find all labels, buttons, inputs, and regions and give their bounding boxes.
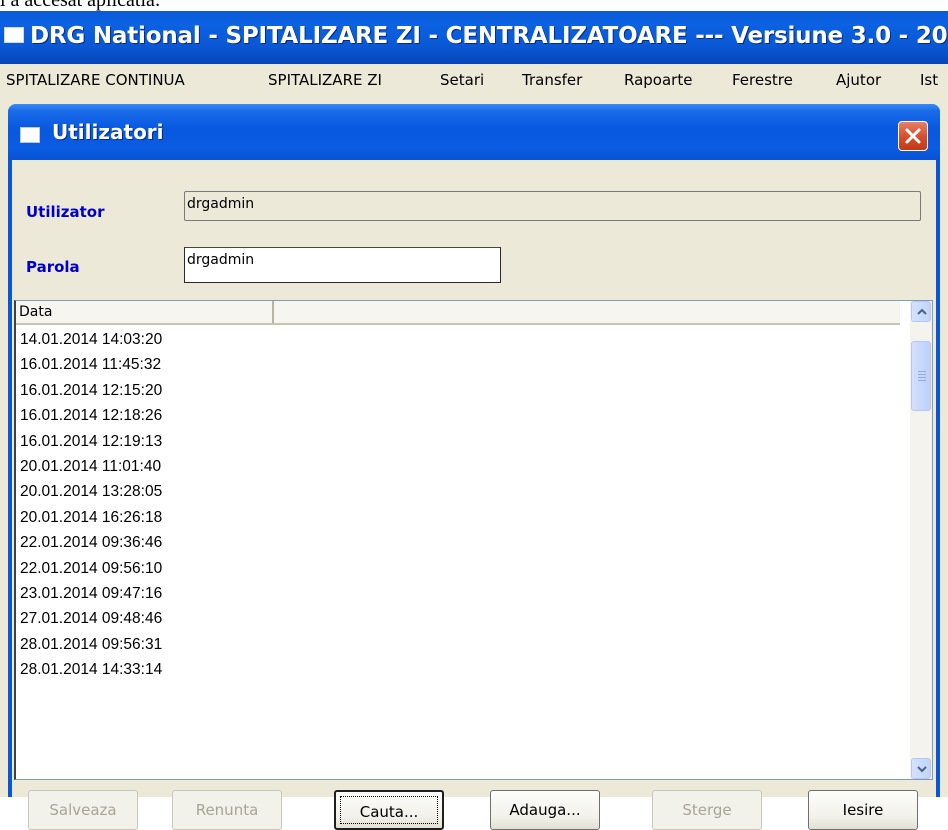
list-item[interactable]: 16.01.2014 12:15:20 xyxy=(20,378,162,403)
utilizator-label: Utilizator xyxy=(26,203,105,221)
list-item[interactable]: 16.01.2014 12:19:13 xyxy=(20,429,162,454)
dialog-titlebar[interactable]: Utilizatori xyxy=(8,104,940,160)
window-icon xyxy=(20,127,40,143)
list-item[interactable]: 20.01.2014 13:28:05 xyxy=(20,479,162,504)
vertical-scrollbar[interactable] xyxy=(910,301,932,779)
column-header-data[interactable]: Data xyxy=(16,301,274,323)
scroll-down-button[interactable] xyxy=(911,758,931,779)
list-item[interactable]: 16.01.2014 11:45:32 xyxy=(20,352,162,377)
document-text-fragment: i a accesat aplicatia: xyxy=(0,0,161,11)
chevron-down-icon xyxy=(917,766,927,773)
dialog-client: Utilizator drgadmin Parola drgadmin Data… xyxy=(12,160,936,830)
access-log-list[interactable]: Data 14.01.2014 14:03:20 16.01.2014 11:4… xyxy=(14,300,933,780)
list-item[interactable]: 23.01.2014 09:47:16 xyxy=(20,581,162,606)
list-item[interactable]: 14.01.2014 14:03:20 xyxy=(20,327,162,352)
scroll-thumb[interactable] xyxy=(911,341,931,411)
menu-ferestre[interactable]: Ferestre xyxy=(732,71,793,89)
list-item[interactable]: 16.01.2014 12:18:26 xyxy=(20,403,162,428)
parola-label: Parola xyxy=(26,258,80,276)
list-item[interactable]: 27.01.2014 09:48:46 xyxy=(20,606,162,631)
menu-ajutor[interactable]: Ajutor xyxy=(836,71,881,89)
menu-setari[interactable]: Setari xyxy=(440,71,484,89)
dialog-title: Utilizatori xyxy=(52,120,164,144)
menubar: SPITALIZARE CONTINUA SPITALIZARE ZI Seta… xyxy=(0,64,948,99)
exit-button[interactable]: Iesire xyxy=(808,790,918,830)
list-item[interactable]: 20.01.2014 11:01:40 xyxy=(20,454,162,479)
save-button[interactable]: Salveaza xyxy=(28,790,138,830)
window-icon xyxy=(4,27,24,43)
menu-transfer[interactable]: Transfer xyxy=(522,71,582,89)
menu-rapoarte[interactable]: Rapoarte xyxy=(624,71,692,89)
column-header-empty[interactable] xyxy=(276,301,900,323)
search-button-label: Cauta... xyxy=(340,796,438,824)
list-item[interactable]: 28.01.2014 09:56:31 xyxy=(20,632,162,657)
delete-button[interactable]: Sterge xyxy=(652,790,762,830)
search-button[interactable]: Cauta... xyxy=(334,790,444,830)
close-icon xyxy=(905,128,921,144)
cancel-button[interactable]: Renunta xyxy=(172,790,282,830)
parola-field[interactable]: drgadmin xyxy=(184,247,501,283)
close-button[interactable] xyxy=(898,121,928,151)
list-item[interactable]: 20.01.2014 16:26:18 xyxy=(20,505,162,530)
utilizatori-dialog-area: Utilizatori Utilizator drgadmin Parola d… xyxy=(0,98,948,830)
app-title: DRG National - SPITALIZARE ZI - CENTRALI… xyxy=(30,23,948,49)
list-item[interactable]: 28.01.2014 14:33:14 xyxy=(20,657,162,682)
list-header: Data xyxy=(16,301,900,325)
menu-spitalizare-continua[interactable]: SPITALIZARE CONTINUA xyxy=(6,71,185,89)
list-item[interactable]: 22.01.2014 09:56:10 xyxy=(20,556,162,581)
utilizator-field[interactable]: drgadmin xyxy=(184,191,921,221)
menu-spitalizare-zi[interactable]: SPITALIZARE ZI xyxy=(268,71,382,89)
chevron-up-icon xyxy=(917,308,927,315)
add-button[interactable]: Adauga... xyxy=(490,790,600,830)
scroll-up-button[interactable] xyxy=(911,301,931,322)
list-item[interactable]: 22.01.2014 09:36:46 xyxy=(20,530,162,555)
app-titlebar[interactable]: DRG National - SPITALIZARE ZI - CENTRALI… xyxy=(0,11,948,64)
list-rows: 14.01.2014 14:03:20 16.01.2014 11:45:32 … xyxy=(20,327,162,682)
menu-istoric[interactable]: Ist xyxy=(920,71,938,89)
